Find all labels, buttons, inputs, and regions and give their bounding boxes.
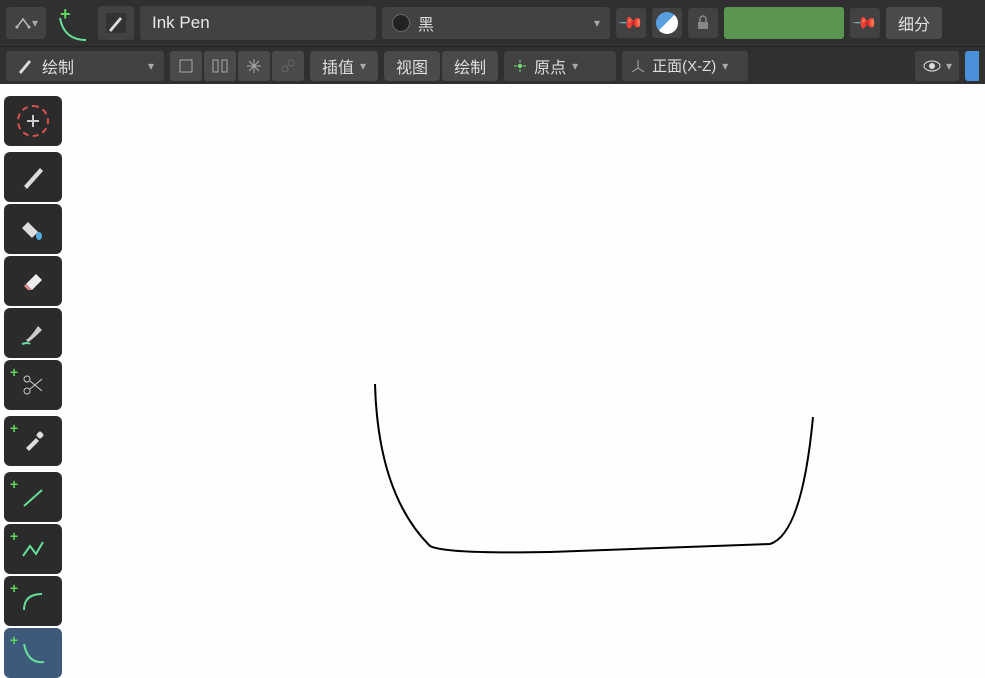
bucket-icon (18, 214, 48, 244)
interpolate-dropdown[interactable]: 插值 ▾ (310, 51, 378, 81)
view-label: 视图 (396, 54, 428, 78)
pencil-icon (18, 162, 48, 192)
lock-button[interactable] (688, 8, 718, 38)
plus-icon: + (10, 420, 18, 436)
tool-sidebar: + + + + + + (4, 96, 62, 678)
eyedropper-icon (18, 426, 48, 456)
pin-button-2[interactable]: 📌 (850, 8, 880, 38)
origin-label: 原点 (534, 54, 566, 78)
plus-icon: + (10, 364, 18, 380)
view-align-dropdown[interactable]: 正面(X-Z) ▾ (622, 51, 748, 81)
chevron-down-icon: ▾ (594, 16, 600, 30)
color-label: 黑 (418, 11, 586, 35)
sphere-icon (656, 12, 678, 34)
pin-icon: 📌 (851, 9, 879, 37)
origin-dropdown[interactable]: 原点 ▾ (504, 51, 616, 81)
brush-icon[interactable] (98, 6, 134, 40)
view-draw-pair: 视图 绘制 (384, 51, 498, 81)
header-bar: ▾ + 黑 ▾ 📌 📌 细分 (0, 0, 985, 46)
interpolate-label: 插值 (322, 54, 354, 78)
scissors-icon (18, 370, 48, 400)
toolbar-secondary: 绘制 ▾ 插值 ▾ 视图 绘制 原点 ▾ 正面(X-Z) (0, 46, 985, 84)
panel-edge[interactable] (965, 51, 979, 81)
snap-dropdown[interactable]: ▾ (6, 7, 46, 39)
subdivide-button[interactable]: 细分 (886, 7, 942, 39)
draw-label: 绘制 (454, 54, 486, 78)
draw-button[interactable]: 绘制 (442, 51, 498, 81)
select-between-button[interactable] (238, 51, 270, 81)
snowflake-icon (245, 57, 263, 75)
brush-icon (18, 318, 48, 348)
chevron-down-icon: ▾ (360, 59, 366, 73)
select-stroke-button[interactable] (204, 51, 236, 81)
cursor-3d-icon (17, 105, 49, 137)
pin-button[interactable]: 📌 (616, 8, 646, 38)
tool-cursor[interactable] (4, 96, 62, 146)
select-icon (177, 57, 195, 75)
tool-fill[interactable] (4, 204, 62, 254)
arc-icon (18, 586, 48, 616)
chevron-down-icon: ▾ (722, 59, 728, 73)
drawn-stroke (0, 84, 985, 678)
subdivide-label: 细分 (898, 11, 930, 35)
tool-cutter[interactable]: + (4, 360, 62, 410)
pin-icon: 📌 (617, 9, 645, 37)
pencil-icon (16, 57, 34, 75)
layer-name-field[interactable] (724, 7, 844, 39)
plus-icon: + (10, 476, 18, 492)
curve-preview: + (52, 4, 92, 42)
lock-icon (695, 15, 711, 31)
align-label: 正面(X-Z) (652, 55, 716, 76)
polyline-icon (18, 534, 48, 564)
chevron-down-icon: ▾ (148, 59, 154, 73)
plus-icon: + (10, 632, 18, 648)
tool-erase[interactable] (4, 256, 62, 306)
origin-icon (512, 58, 528, 74)
curve-icon (18, 638, 48, 668)
eye-icon (922, 59, 942, 73)
tool-arc[interactable]: + (4, 576, 62, 626)
tool-eyedropper[interactable]: + (4, 416, 62, 466)
eraser-icon (18, 266, 48, 296)
chevron-down-icon: ▾ (946, 59, 952, 73)
color-swatch (392, 14, 410, 32)
plus-icon: + (10, 528, 18, 544)
select-all-points-button[interactable] (170, 51, 202, 81)
mode-label: 绘制 (42, 54, 140, 78)
select-linked-button[interactable] (272, 51, 304, 81)
view-button[interactable]: 视图 (384, 51, 440, 81)
chevron-down-icon: ▾ (572, 59, 578, 73)
selection-mode-group (170, 51, 304, 81)
grid-icon (630, 58, 646, 74)
line-icon (18, 482, 48, 512)
tool-tint[interactable] (4, 308, 62, 358)
stroke-icon (211, 57, 229, 75)
link-icon (279, 57, 297, 75)
tool-curve[interactable]: + (4, 628, 62, 678)
brush-name-input[interactable] (140, 6, 376, 40)
chevron-down-icon: ▾ (32, 16, 38, 30)
tool-line[interactable]: + (4, 472, 62, 522)
tool-polyline[interactable]: + (4, 524, 62, 574)
tool-draw[interactable] (4, 152, 62, 202)
mode-dropdown[interactable]: 绘制 ▾ (6, 51, 164, 81)
plus-icon: + (10, 580, 18, 596)
visibility-dropdown[interactable]: ▾ (915, 51, 959, 81)
material-preview-button[interactable] (652, 8, 682, 38)
color-dropdown[interactable]: 黑 ▾ (382, 7, 610, 39)
